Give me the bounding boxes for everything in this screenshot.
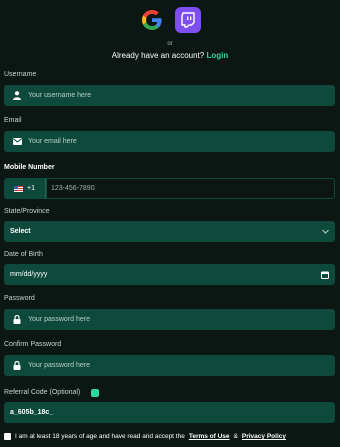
mobile-field: +1 123-456-7890: [4, 178, 335, 199]
login-prompt-text: Already have an account?: [111, 51, 205, 60]
referral-toggle[interactable]: [91, 389, 99, 397]
dob-value: mm/dd/yyyy: [10, 271, 48, 278]
mobile-input[interactable]: 123-456-7890: [46, 178, 335, 199]
state-select[interactable]: Select: [4, 221, 335, 242]
state-label: State/Province: [4, 208, 50, 215]
social-login-row: [0, 7, 340, 33]
lock-icon: [4, 361, 26, 370]
twitch-login-button[interactable]: [175, 7, 201, 33]
chevron-down-icon: [322, 229, 329, 234]
email-label: Email: [4, 117, 22, 124]
country-code-select[interactable]: +1: [4, 178, 46, 199]
email-input[interactable]: Your email here: [26, 138, 77, 145]
privacy-policy-link[interactable]: Privacy Policy: [242, 433, 286, 440]
password-input[interactable]: Your password here: [26, 316, 90, 323]
password-label: Password: [4, 295, 35, 302]
us-flag-icon: [14, 185, 23, 192]
dob-input[interactable]: mm/dd/yyyy: [4, 264, 335, 285]
terms-and: &: [233, 433, 238, 440]
referral-label: Referral Code (Optional): [4, 389, 81, 396]
age-terms-checkbox[interactable]: [4, 433, 11, 440]
google-login-button[interactable]: [139, 7, 165, 33]
confirm-password-field[interactable]: Your password here: [4, 355, 335, 376]
password-field[interactable]: Your password here: [4, 309, 335, 330]
login-prompt: Already have an account? Login: [0, 51, 340, 60]
username-label: Username: [4, 71, 37, 78]
referral-input[interactable]: a_605b_18c_: [4, 402, 335, 423]
username-input[interactable]: Your username here: [26, 92, 91, 99]
confirm-password-label: Confirm Password: [4, 341, 62, 348]
mobile-label: Mobile Number: [4, 164, 55, 171]
envelope-icon: [4, 138, 26, 145]
login-link[interactable]: Login: [206, 51, 228, 60]
twitch-icon: [181, 12, 195, 28]
country-code: +1: [27, 185, 35, 192]
or-divider-text: or: [167, 41, 173, 47]
terms-of-use-link[interactable]: Terms of Use: [189, 433, 230, 440]
referral-value: a_605b_18c_: [10, 409, 54, 416]
confirm-password-input[interactable]: Your password here: [26, 362, 90, 369]
lock-icon: [4, 315, 26, 324]
google-icon: [142, 10, 162, 30]
dob-label: Date of Birth: [4, 251, 43, 258]
user-icon: [4, 91, 26, 100]
terms-text: I am at least 18 years of age and have r…: [15, 433, 185, 440]
username-field[interactable]: Your username here: [4, 85, 335, 106]
calendar-icon[interactable]: [321, 271, 329, 279]
state-select-value: Select: [10, 228, 31, 235]
email-field[interactable]: Your email here: [4, 131, 335, 152]
terms-row: I am at least 18 years of age and have r…: [4, 433, 340, 440]
